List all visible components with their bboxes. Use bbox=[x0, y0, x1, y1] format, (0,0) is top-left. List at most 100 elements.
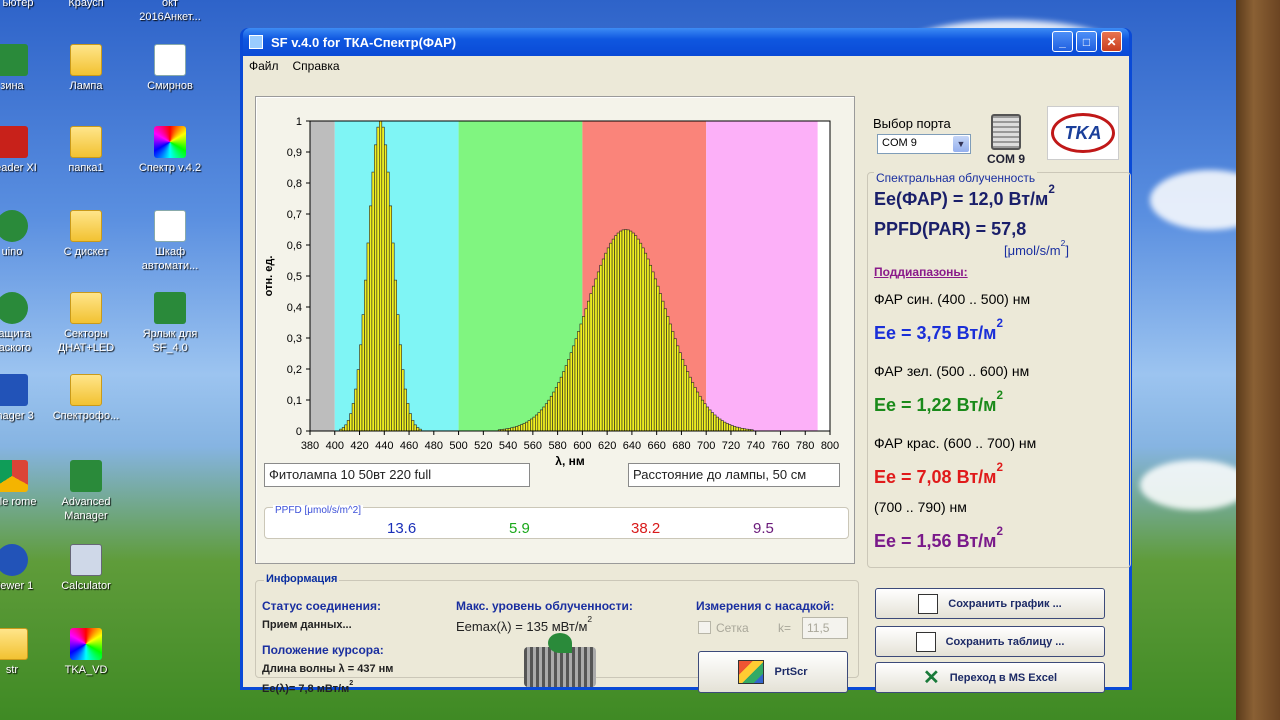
menu-file[interactable]: Файл bbox=[249, 59, 279, 73]
spectrum-bar bbox=[683, 365, 687, 432]
spectrum-bar bbox=[406, 403, 410, 432]
spectrum-bar bbox=[413, 424, 417, 432]
spectrum-bar bbox=[661, 300, 665, 432]
ppfd-par: PPFD(PAR) = 57,8 bbox=[874, 219, 1027, 239]
desktop-icon-calculator[interactable]: Calculator bbox=[48, 544, 124, 593]
minimize-button[interactable]: _ bbox=[1052, 31, 1073, 52]
desktop-icon-smirnov[interactable]: Смирнов bbox=[132, 44, 208, 93]
title-bar[interactable]: SF v.4.0 for ТКА-Спектр(ФАР) _ □ ✕ bbox=[243, 28, 1129, 56]
spectrum-bar bbox=[359, 344, 363, 432]
desktop-icon-advanced-manager[interactable]: Advanced Manager bbox=[48, 460, 124, 523]
max-title: Макс. уровень облученности: bbox=[456, 599, 633, 613]
desktop-icon-manager3[interactable]: anager 3 bbox=[0, 374, 50, 423]
spectrum-bar bbox=[537, 412, 541, 432]
k-field[interactable]: 11,5 bbox=[802, 617, 848, 639]
desktop-icon-recycle[interactable]: зина bbox=[0, 44, 50, 93]
desktop-icon-spektrofo[interactable]: Спектрофо... bbox=[48, 374, 124, 423]
spectrum-bar bbox=[344, 424, 348, 432]
band-value-text: Ee = 7,08 Вт/м bbox=[874, 467, 997, 487]
desktop-icon-anketa[interactable]: окт 2016Анкет... bbox=[132, 0, 208, 24]
sup: 2 bbox=[349, 679, 354, 687]
sup: 2 bbox=[996, 525, 1003, 538]
lamp-name-field[interactable]: Фитолампа 10 50вт 220 full bbox=[264, 463, 530, 487]
sup: 2 bbox=[996, 317, 1003, 330]
desktop-icon-spektr42[interactable]: Спектр v.4.2 bbox=[132, 126, 208, 175]
spectrum-bar bbox=[678, 352, 682, 432]
close-button[interactable]: ✕ bbox=[1101, 31, 1122, 52]
desktop-icon-papka1[interactable]: папка1 bbox=[48, 126, 124, 175]
spectrum-bar bbox=[653, 278, 657, 432]
spectrum-bar bbox=[681, 358, 685, 432]
spectrum-bar bbox=[527, 420, 531, 432]
desktop-icon-label: uino bbox=[1, 246, 23, 258]
prtscr-button[interactable]: PrtScr bbox=[698, 651, 848, 693]
spectrum-bar bbox=[725, 423, 729, 432]
spectrum-bar bbox=[386, 171, 390, 432]
spectrum-bar bbox=[601, 258, 605, 432]
desktop-icon-label: anager 3 bbox=[0, 410, 34, 422]
spectrum-bar bbox=[574, 338, 578, 432]
spectrum-bar bbox=[606, 247, 610, 432]
spectrum-chart[interactable]: 380 400 420 440 460 480 500 520 540 560 580 600 620 6… bbox=[256, 97, 856, 477]
x-tick-label: 620 bbox=[598, 440, 616, 452]
spectrum-bar bbox=[381, 126, 385, 432]
desktop-icon-sektry[interactable]: Секторы ДНАТ+LED bbox=[48, 292, 124, 355]
spectrum-app-icon bbox=[154, 126, 186, 158]
spectrum-bar bbox=[594, 278, 598, 432]
spectrum-bar bbox=[341, 427, 345, 432]
chevron-down-icon[interactable]: ▼ bbox=[953, 136, 969, 152]
band-value-text: Ee = 1,56 Вт/м bbox=[874, 531, 997, 551]
spectrum-bar bbox=[686, 371, 690, 432]
desktop-icon-shkaf[interactable]: Шкаф автомати... bbox=[132, 210, 208, 273]
spectrum-bar bbox=[604, 252, 608, 432]
spectrum-app-icon bbox=[70, 628, 102, 660]
spectrum-bar bbox=[416, 427, 420, 432]
plot-panel: 380 400 420 440 460 480 500 520 540 560 580 600 620 6… bbox=[255, 96, 855, 564]
band-value-green: Ee = 1,22 Вт/м2 bbox=[874, 389, 1003, 416]
y-tick-label: 0,3 bbox=[287, 333, 302, 345]
folder-icon bbox=[70, 210, 102, 242]
save-chart-button[interactable]: Сохранить график ... bbox=[875, 588, 1105, 619]
desktop-icon-reader[interactable]: Reader XI bbox=[0, 126, 50, 175]
spectrum-bar bbox=[517, 425, 521, 432]
port-select[interactable]: COM 9 ▼ bbox=[877, 134, 971, 154]
desktop-icon-tka-vd[interactable]: TKA_VD bbox=[48, 628, 124, 677]
sup: 2 bbox=[996, 389, 1003, 402]
excel-button[interactable]: ✕ Переход в MS Excel bbox=[875, 662, 1105, 693]
save-table-icon bbox=[915, 631, 936, 652]
spectrum-bar bbox=[666, 316, 670, 432]
desktop-icon-label: Спектр v.4.2 bbox=[138, 162, 202, 174]
logo-text: TKA bbox=[1051, 113, 1115, 153]
y-tick-label: 0,2 bbox=[287, 364, 302, 376]
desktop-icon-chrome[interactable]: ogle rome bbox=[0, 460, 50, 509]
desktop-icon-sf40[interactable]: Ярлык для SF_4.0 bbox=[132, 292, 208, 355]
ppfd-unit-end: ] bbox=[1065, 243, 1069, 258]
distance-field[interactable]: Расстояние до лампы, 50 см bbox=[628, 463, 840, 487]
spectrum-bar bbox=[391, 242, 395, 432]
menu-help[interactable]: Справка bbox=[293, 59, 340, 73]
ppfd-label: PPFD [μmol/s/m^2] bbox=[273, 505, 364, 516]
desktop-icon-krausp[interactable]: Краусп bbox=[48, 0, 124, 10]
spectrum-bar bbox=[671, 331, 675, 432]
desktop-icon-viewer[interactable]: Viewer 1 bbox=[0, 544, 50, 593]
spectrum-bar bbox=[515, 426, 519, 432]
x-tick-label: 800 bbox=[821, 440, 839, 452]
y-tick-label: 0,1 bbox=[287, 395, 302, 407]
desktop-icon-lampa[interactable]: Лампа bbox=[48, 44, 124, 93]
spectrum-bar bbox=[369, 205, 373, 432]
x-tick-label: 560 bbox=[524, 440, 542, 452]
nozzle-title: Измерения с насадкой: bbox=[696, 599, 835, 613]
port-label: Выбор порта bbox=[873, 116, 951, 131]
desktop-icon-zashchita[interactable]: защита ваского bbox=[0, 292, 50, 355]
save-table-button[interactable]: Сохранить таблицу ... bbox=[875, 626, 1105, 657]
max-value: Eemax(λ) = 135 мВт/м2 bbox=[456, 614, 592, 634]
spectrum-bar bbox=[698, 395, 702, 432]
desktop-icon-disket[interactable]: С дискет bbox=[48, 210, 124, 259]
grid-checkbox[interactable] bbox=[698, 621, 711, 634]
recycle-bin-icon bbox=[0, 44, 28, 76]
spectrum-bar bbox=[587, 300, 591, 432]
maximize-button[interactable]: □ bbox=[1076, 31, 1097, 52]
spectrum-bar bbox=[374, 144, 378, 432]
desktop-icon-str[interactable]: str bbox=[0, 628, 50, 677]
desktop-icon-arduino[interactable]: uino bbox=[0, 210, 50, 259]
